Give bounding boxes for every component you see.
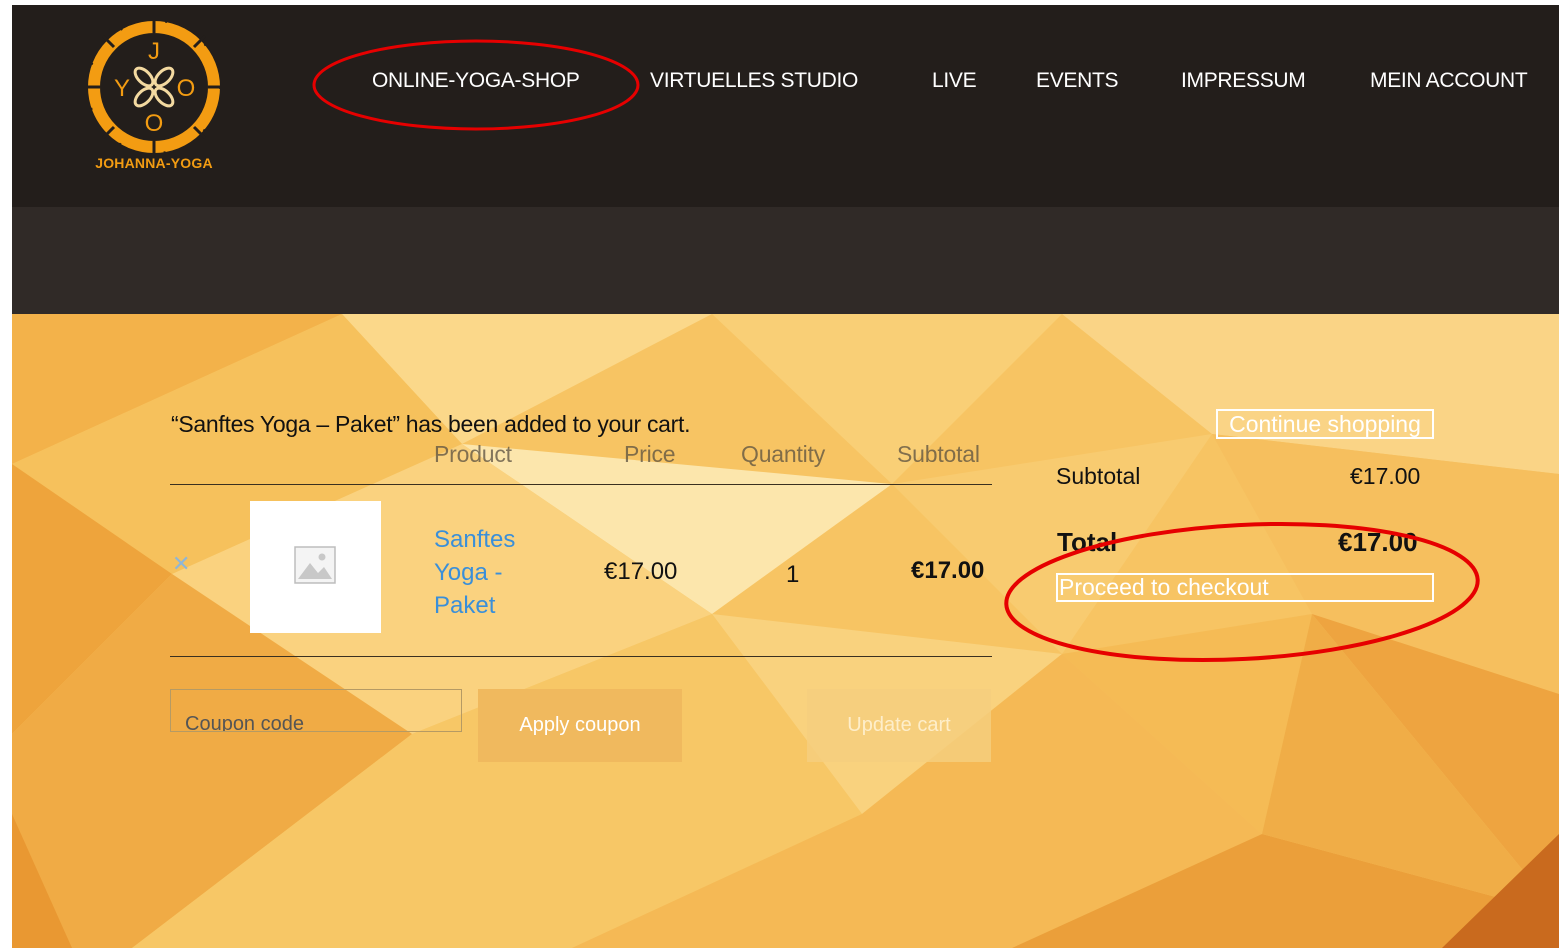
apply-coupon-button[interactable]: Apply coupon: [478, 689, 682, 762]
product-link[interactable]: Sanftes Yoga - Paket: [434, 523, 544, 622]
svg-text:J: J: [148, 38, 160, 65]
table-divider: [170, 484, 992, 485]
summary-total-value: €17.00: [1338, 527, 1418, 557]
site-header: J Y O O JOHANNA-YOGA ONLINE-YOGA-SHOP VI…: [12, 5, 1559, 207]
col-header-product: Product: [434, 441, 512, 467]
update-cart-button[interactable]: Update cart: [807, 689, 991, 762]
col-header-subtotal: Subtotal: [897, 441, 980, 467]
nav-item-virtuelles-studio[interactable]: VIRTUELLES STUDIO: [650, 69, 858, 93]
page-title-bar: [12, 207, 1559, 314]
nav-item-mein-account[interactable]: MEIN ACCOUNT: [1370, 69, 1528, 93]
svg-text:O: O: [145, 110, 164, 137]
nav-item-live[interactable]: LIVE: [932, 69, 977, 93]
col-header-quantity: Quantity: [741, 441, 826, 467]
added-to-cart-notice: “Sanftes Yoga – Paket” has been added to…: [171, 411, 691, 437]
row-price: €17.00: [604, 558, 678, 585]
col-header-price: Price: [624, 441, 676, 467]
close-icon[interactable]: ✕: [172, 551, 190, 577]
logo-text: JOHANNA-YOGA: [95, 155, 213, 171]
quantity-value[interactable]: 1: [786, 561, 799, 589]
continue-shopping-button[interactable]: Continue shopping: [1216, 409, 1434, 439]
summary-total-label: Total: [1057, 527, 1118, 557]
svg-text:O: O: [177, 75, 196, 102]
product-thumbnail[interactable]: [250, 501, 381, 633]
coupon-code-input[interactable]: [170, 689, 462, 732]
proceed-to-checkout-button[interactable]: Proceed to checkout: [1056, 573, 1434, 602]
table-divider: [170, 656, 992, 657]
summary-subtotal-label: Subtotal: [1056, 463, 1141, 489]
nav-item-impressum[interactable]: IMPRESSUM: [1181, 69, 1306, 93]
row-subtotal: €17.00: [911, 557, 985, 584]
browser-viewport: J Y O O JOHANNA-YOGA ONLINE-YOGA-SHOP VI…: [12, 5, 1559, 948]
nav-item-online-yoga-shop[interactable]: ONLINE-YOGA-SHOP: [372, 69, 580, 93]
logo-mark-icon: J Y O O: [82, 15, 226, 159]
summary-subtotal-value: €17.00: [1350, 463, 1421, 489]
cart-section: “Sanftes Yoga – Paket” has been added to…: [12, 314, 1559, 948]
site-logo[interactable]: J Y O O: [78, 11, 230, 176]
svg-text:Y: Y: [114, 75, 130, 102]
image-placeholder-icon: [294, 546, 336, 584]
nav-item-events[interactable]: EVENTS: [1036, 69, 1119, 93]
